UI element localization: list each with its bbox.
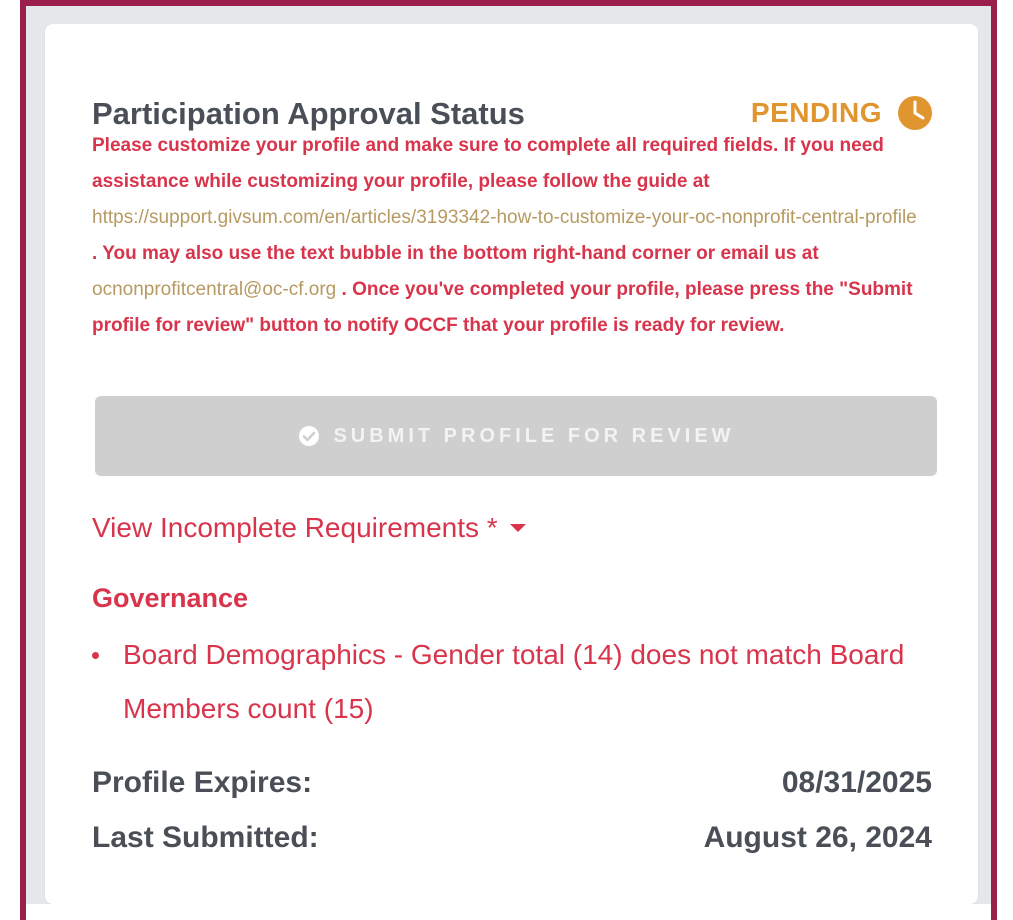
status-message: Please customize your profile and make s… <box>92 128 922 344</box>
clock-icon <box>898 96 932 130</box>
check-circle-icon <box>299 426 320 446</box>
requirement-item: Board Demographics - Gender total (14) d… <box>92 628 922 736</box>
requirement-text: Board Demographics - Gender total (14) d… <box>123 639 905 724</box>
last-submitted-label: Last Submitted: <box>92 821 319 854</box>
message-part-1: Please customize your profile and make s… <box>92 135 884 192</box>
profile-expires-value: 08/31/2025 <box>781 766 932 799</box>
status-indicator: PENDING <box>751 94 934 132</box>
message-part-2: . You may also use the text bubble in th… <box>92 243 819 264</box>
bullet-icon <box>92 652 99 659</box>
status-badge: PENDING <box>750 97 882 128</box>
support-guide-link[interactable]: https://support.givsum.com/en/articles/3… <box>92 207 917 228</box>
submit-button-label: SUBMIT PROFILE FOR REVIEW <box>333 424 735 447</box>
caret-down-icon <box>509 524 526 532</box>
message-paragraph: Please customize your profile and make s… <box>92 128 922 344</box>
last-submitted-value: August 26, 2024 <box>703 821 932 854</box>
requirements-section-title: Governance <box>92 583 249 613</box>
toggle-label: View Incomplete Requirements * <box>92 512 498 543</box>
last-submitted-row: Last Submitted: August 26, 2024 <box>92 818 932 858</box>
profile-expires-label: Profile Expires: <box>92 766 313 799</box>
support-email-link[interactable]: ocnonprofitcentral@oc-cf.org <box>92 279 336 300</box>
panel-title: Participation Approval Status <box>92 96 525 131</box>
bottom-strip <box>26 904 991 920</box>
submit-profile-button[interactable]: SUBMIT PROFILE FOR REVIEW <box>95 396 937 476</box>
profile-expires-row: Profile Expires: 08/31/2025 <box>92 763 932 803</box>
view-incomplete-requirements-toggle[interactable]: View Incomplete Requirements * <box>92 512 528 544</box>
